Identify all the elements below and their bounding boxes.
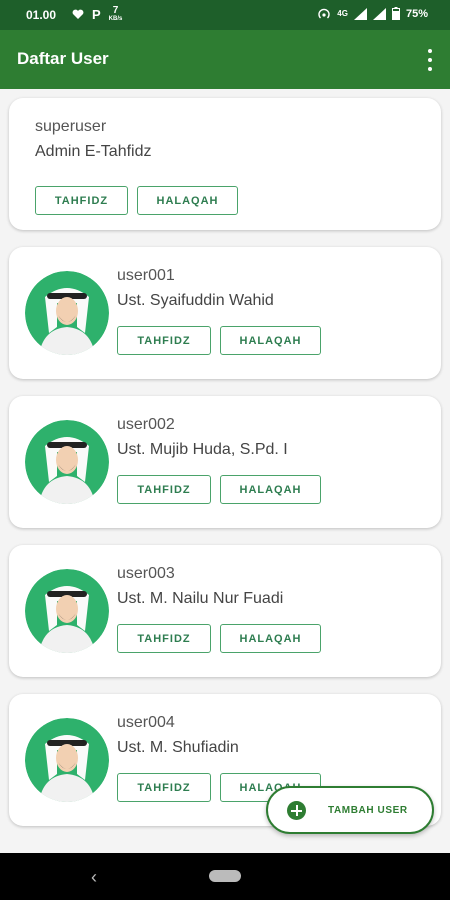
halaqah-button[interactable]: HALAQAH: [220, 624, 321, 653]
tahfidz-button[interactable]: TAHFIDZ: [117, 326, 211, 355]
user-card[interactable]: user001 Ust. Syaifuddin Wahid TAHFIDZ HA…: [9, 247, 441, 379]
back-icon[interactable]: ‹: [91, 867, 97, 888]
halaqah-button[interactable]: HALAQAH: [220, 475, 321, 504]
status-right-icons: 4G 75%: [317, 7, 428, 20]
user-fullname: Ust. M. Nailu Nur Fuadi: [117, 590, 284, 607]
avatar: [25, 718, 109, 802]
tahfidz-button[interactable]: TAHFIDZ: [117, 773, 211, 802]
battery-percent: 75%: [405, 7, 428, 20]
status-time: 01.00: [26, 8, 57, 22]
signal-icon: [372, 7, 386, 20]
halaqah-button[interactable]: HALAQAH: [220, 326, 321, 355]
avatar: [25, 420, 109, 504]
system-nav-bar: ‹: [0, 853, 450, 900]
user-fullname: Ust. Syaifuddin Wahid: [117, 292, 274, 309]
heart-icon: [72, 9, 84, 19]
user-username: user003: [117, 565, 175, 582]
home-pill-icon[interactable]: [209, 870, 241, 882]
user-username: user004: [117, 714, 175, 731]
user-username: superuser: [35, 118, 107, 135]
user-username: user001: [117, 267, 175, 284]
halaqah-button[interactable]: HALAQAH: [137, 186, 238, 215]
hotspot-icon: [318, 8, 330, 18]
data-speed-icon: 7 KB/s: [109, 6, 123, 23]
tahfidz-button[interactable]: TAHFIDZ: [117, 475, 211, 504]
tahfidz-button[interactable]: TAHFIDZ: [35, 186, 128, 215]
user-card[interactable]: user002 Ust. Mujib Huda, S.Pd. I TAHFIDZ…: [9, 396, 441, 528]
page-title: Daftar User: [17, 49, 109, 68]
user-fullname: Ust. Mujib Huda, S.Pd. I: [117, 441, 288, 458]
parking-icon: P: [92, 7, 101, 22]
user-fullname: Ust. M. Shufiadin: [117, 739, 239, 756]
user-fullname: Admin E-Tahfidz: [35, 143, 152, 160]
add-user-label: TAMBAH USER: [328, 805, 408, 816]
app-bar: Daftar User: [0, 30, 450, 89]
avatar: [25, 569, 109, 653]
user-card[interactable]: superuser Admin E-Tahfidz TAHFIDZ HALAQA…: [9, 98, 441, 230]
4g-icon: 4G: [337, 9, 348, 18]
tahfidz-button[interactable]: TAHFIDZ: [117, 624, 211, 653]
add-user-button[interactable]: TAMBAH USER: [266, 786, 434, 834]
overflow-menu-icon[interactable]: [426, 49, 434, 71]
user-list[interactable]: superuser Admin E-Tahfidz TAHFIDZ HALAQA…: [0, 89, 450, 853]
battery-icon: [391, 7, 400, 20]
data-speed-unit: KB/s: [108, 16, 123, 22]
data-speed-value: 7: [112, 5, 119, 16]
user-card[interactable]: user003 Ust. M. Nailu Nur Fuadi TAHFIDZ …: [9, 545, 441, 677]
status-bar: 01.00 P 7 KB/s 4G 75%: [0, 0, 450, 30]
status-left-icons: P 7 KB/s: [72, 6, 122, 23]
avatar: [25, 271, 109, 355]
user-username: user002: [117, 416, 175, 433]
add-circle-icon: [287, 801, 306, 820]
signal-icon: [353, 7, 367, 20]
